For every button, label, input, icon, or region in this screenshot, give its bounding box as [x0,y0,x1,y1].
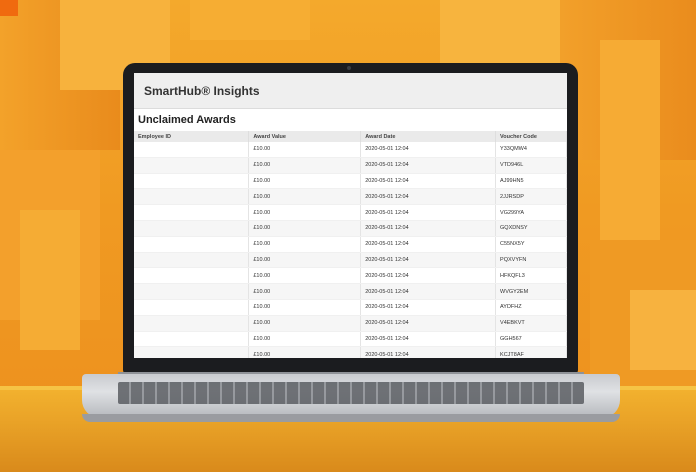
cell-award-value: £10.00 [248,173,362,190]
cell-award-date: 2020-05-01 12:04 [360,267,497,285]
cell-voucher-code: AYDFHZ [495,299,567,316]
cell-employee-id [134,315,250,332]
table-row[interactable]: £10.00 2020-05-01 12:04 HFKQFL3 [134,267,567,285]
background-block [20,210,80,350]
cell-award-value: £10.00 [248,299,362,316]
background-block [630,290,696,370]
cell-award-date: 2020-05-01 12:04 [360,236,497,253]
cell-employee-id [134,173,250,190]
background-block [190,0,310,40]
cell-voucher-code: GGH567 [495,331,567,348]
cell-award-value: £10.00 [248,283,362,300]
cell-voucher-code: AJ99HN5 [495,173,567,190]
cell-voucher-code: VG299YA [495,204,567,221]
app-title: SmartHub® Insights [144,83,260,98]
cell-award-value: £10.00 [248,220,362,237]
corner-accent [0,0,18,16]
laptop-front-edge [82,414,620,422]
cell-award-value: £10.00 [248,252,362,269]
cell-award-date: 2020-05-01 12:04 [360,331,497,348]
column-header-award-value[interactable]: Award Value [248,131,362,142]
cell-award-date: 2020-05-01 12:04 [360,252,497,269]
cell-award-value: £10.00 [248,315,362,332]
cell-voucher-code: KCJT8AF [495,346,567,358]
cell-award-value: £10.00 [248,188,362,206]
table-row[interactable]: £10.00 2020-05-01 12:04 Y33QMW4 [134,142,567,158]
cell-award-date: 2020-05-01 12:04 [360,173,497,190]
table-row[interactable]: £10.00 2020-05-01 12:04 C55NX5Y [134,236,567,253]
table-row[interactable]: £10.00 2020-05-01 12:04 VG299YA [134,204,567,221]
cell-award-value: £10.00 [248,331,362,348]
table-row[interactable]: £10.00 2020-05-01 12:04 PQXVYFN [134,252,567,269]
cell-award-date: 2020-05-01 12:04 [360,315,497,332]
table-row[interactable]: £10.00 2020-05-01 12:04 VTD946L [134,157,567,174]
column-header-voucher-code[interactable]: Voucher Code [495,131,567,142]
table-row[interactable]: £10.00 2020-05-01 12:04 GQXDNSY [134,220,567,237]
table-row[interactable]: £10.00 2020-05-01 12:04 V4EBKVT [134,315,567,332]
cell-voucher-code: V4EBKVT [495,315,567,332]
cell-award-date: 2020-05-01 12:04 [360,188,497,206]
laptop-keyboard [118,382,584,404]
background-block [440,0,580,70]
table-row[interactable]: £10.00 2020-05-01 12:04 2JJRSDP [134,188,567,206]
cell-employee-id [134,188,250,206]
table-row[interactable]: £10.00 2020-05-01 12:04 GGH567 [134,331,567,348]
cell-award-date: 2020-05-01 12:04 [360,220,497,237]
cell-voucher-code: GQXDNSY [495,220,567,237]
cell-employee-id [134,220,250,237]
cell-award-value: £10.00 [248,204,362,221]
awards-table: Employee ID Award Value Award Date Vouch… [134,131,567,358]
cell-employee-id [134,331,250,348]
page-title: Unclaimed Awards [138,114,236,126]
webcam-icon [347,66,351,70]
cell-award-date: 2020-05-01 12:04 [360,157,497,174]
table-row[interactable]: £10.00 2020-05-01 12:04 AJ99HN5 [134,173,567,190]
cell-voucher-code: C55NX5Y [495,236,567,253]
cell-employee-id [134,346,250,358]
cell-award-value: £10.00 [248,157,362,174]
cell-employee-id [134,283,250,300]
cell-award-value: £10.00 [248,267,362,285]
cell-award-date: 2020-05-01 12:04 [360,346,497,358]
column-header-employee-id[interactable]: Employee ID [134,131,250,142]
cell-award-date: 2020-05-01 12:04 [360,204,497,221]
cell-voucher-code: 2JJRSDP [495,188,567,206]
cell-voucher-code: WVGY2EM [495,283,567,300]
cell-employee-id [134,299,250,316]
cell-award-date: 2020-05-01 12:04 [360,142,497,158]
table-header-row: Employee ID Award Value Award Date Vouch… [134,131,567,142]
cell-employee-id [134,252,250,269]
table-row[interactable]: £10.00 2020-05-01 12:04 WVGY2EM [134,283,567,300]
cell-voucher-code: Y33QMW4 [495,142,567,158]
app-header: SmartHub® Insights [134,73,567,109]
laptop-screen: SmartHub® Insights Unclaimed Awards Empl… [134,73,567,358]
cell-voucher-code: PQXVYFN [495,252,567,269]
cell-award-value: £10.00 [248,346,362,358]
cell-employee-id [134,236,250,253]
background-block [600,40,660,250]
cell-voucher-code: VTD946L [495,157,567,174]
cell-award-value: £10.00 [248,142,362,158]
column-header-award-date[interactable]: Award Date [360,131,497,142]
table-row[interactable]: £10.00 2020-05-01 12:04 KCJT8AF [134,346,567,358]
cell-employee-id [134,204,250,221]
table-row[interactable]: £10.00 2020-05-01 12:04 AYDFHZ [134,299,567,316]
cell-employee-id [134,267,250,285]
cell-award-date: 2020-05-01 12:04 [360,299,497,316]
cell-employee-id [134,157,250,174]
cell-award-value: £10.00 [248,236,362,253]
cell-employee-id [134,142,250,158]
cell-award-date: 2020-05-01 12:04 [360,283,497,300]
cell-voucher-code: HFKQFL3 [495,267,567,285]
